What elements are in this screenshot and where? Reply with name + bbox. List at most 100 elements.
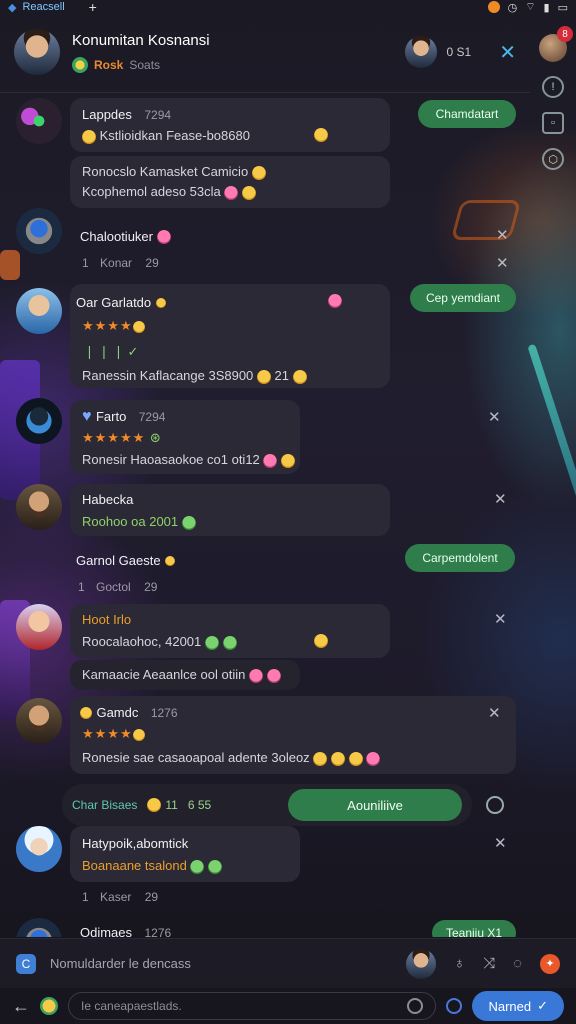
message-bubble[interactable]: Oar Garlatdo ★★★★ ❘ ❘ ❘ ✓ Ranessin Kafla…	[70, 284, 390, 388]
message-avatar[interactable]	[16, 698, 62, 744]
emoji-icon	[165, 555, 175, 566]
dismiss-icon[interactable]: ✕	[496, 254, 509, 272]
message-bubble[interactable]: Gamdc 1276 ★★★★ Ronesie sae casaoapoal a…	[70, 696, 516, 774]
message-line: Kamaacie Aeaanlce ool otiin	[82, 667, 246, 682]
dismiss-icon[interactable]: ✕	[494, 490, 507, 508]
message-avatar[interactable]	[16, 826, 62, 872]
meta-label: Goctol	[96, 580, 131, 594]
reply-pill[interactable]: Chamdatart	[418, 100, 516, 128]
primary-action-button[interactable]: Aouniliive	[288, 789, 462, 821]
close-icon[interactable]: ✕	[499, 40, 516, 65]
emoji-icon	[190, 859, 205, 874]
dismiss-icon[interactable]: ✕	[488, 408, 501, 426]
message-input[interactable]: Ie caneapaestlads.	[68, 992, 437, 1020]
profile-avatar[interactable]: 8	[539, 26, 573, 62]
sender-name: Garnol Gaeste	[76, 553, 161, 568]
message-bubble[interactable]: Lappdes 7294 Kstlioidkan Fease-bo8680	[70, 98, 390, 152]
emoji-icon	[204, 635, 219, 650]
back-arrow-icon[interactable]: ←	[12, 996, 30, 1017]
attach-icon[interactable]	[407, 998, 424, 1014]
message-avatar[interactable]	[16, 604, 62, 650]
dismiss-icon[interactable]: ✕	[494, 610, 507, 628]
message-meta: 1 Konar 29	[82, 256, 159, 270]
chat-bubble-icon[interactable]: ◌	[513, 955, 522, 972]
emoji-icon	[348, 751, 363, 766]
app-icon: ◆	[8, 1, 17, 14]
app-badge-icon[interactable]: C	[16, 953, 36, 974]
message-line: Ronesie sae casaoapoal adente 3oleoz	[82, 750, 310, 765]
message-bubble[interactable]: Hoot Irlo Roocalaohoc, 42001	[70, 604, 390, 658]
reply-pill[interactable]: Carpemdolent	[405, 544, 515, 572]
status-icon	[72, 56, 88, 73]
member-avatar[interactable]	[404, 36, 437, 68]
message-header: Lappdes 7294	[82, 106, 171, 124]
message-bubble[interactable]: Hatypoik,abomtick Boanaane tsalond	[70, 826, 300, 882]
message-feed[interactable]: Lappdes 7294 Kstlioidkan Fease-bo8680 Ch…	[0, 94, 530, 937]
dismiss-icon[interactable]: ✕	[488, 704, 501, 722]
reply-pill[interactable]: Cep yemdiant	[410, 284, 516, 312]
sender-name: Odimaes	[80, 925, 133, 937]
message-meta: 1 Goctol 29	[78, 580, 157, 594]
refresh-icon[interactable]	[486, 796, 504, 814]
neon-stripe	[527, 343, 576, 537]
emoji-icon	[147, 798, 162, 812]
sender-name: Habecka	[82, 492, 134, 507]
compose-hint[interactable]: Nomuldarder le dencass	[50, 956, 191, 971]
info-icon[interactable]: !	[542, 76, 564, 98]
meta-count: 1	[82, 256, 89, 270]
dismiss-icon[interactable]: ✕	[496, 226, 509, 244]
chat-avatar[interactable]	[14, 29, 60, 75]
emoji-icon	[251, 165, 266, 180]
message-avatar[interactable]	[16, 98, 62, 144]
sender-name: Chalootiuker	[80, 229, 153, 244]
reply-pill[interactable]: Teaniiu X1	[432, 920, 516, 937]
notification-badge: 8	[557, 26, 573, 42]
emoji-icon	[248, 668, 263, 683]
status-bar: ◆ Reacsell + ◷ ⌔ ▮ ▭	[0, 0, 576, 15]
message-avatar[interactable]	[16, 398, 62, 444]
header-subrow: Rosk Soats	[72, 56, 210, 73]
mic-icon[interactable]: ♁	[454, 955, 465, 972]
message-text: Kstlioidkan Fease-bo8680	[82, 128, 250, 144]
battery-icon: ▭	[557, 1, 568, 14]
plus-icon[interactable]: +	[89, 0, 97, 15]
emoji-icon	[181, 515, 196, 530]
action-chip[interactable]: 11	[147, 798, 178, 812]
emoji-icon	[330, 751, 345, 766]
message-extra: 21	[274, 368, 290, 383]
message-text: Boanaane tsalond	[82, 858, 223, 874]
message-avatar[interactable]	[16, 918, 62, 937]
message-avatar[interactable]	[16, 288, 62, 334]
square-icon[interactable]: ▫	[542, 112, 564, 134]
shuffle-icon[interactable]: ⤨	[483, 955, 495, 972]
rating-stars: ★★★★	[82, 726, 145, 742]
notification-dot-icon	[487, 1, 500, 13]
wifi-icon: ⌔	[525, 1, 536, 13]
meta-count: 1	[82, 890, 89, 904]
dismiss-icon[interactable]: ✕	[494, 834, 507, 852]
action-chip[interactable]: 6 55	[188, 798, 211, 812]
emoji-icon	[281, 453, 296, 468]
compose-avatar[interactable]	[405, 948, 436, 979]
message-plain[interactable]: Odimaes 1276	[80, 924, 171, 937]
send-button[interactable]: Narned ✓	[472, 991, 564, 1021]
message-avatar[interactable]	[16, 208, 62, 254]
message-bubble[interactable]: Ronocslo Kamasket Camicio Kcophemol ades…	[70, 156, 390, 208]
action-label[interactable]: Char Bisaes	[72, 798, 137, 812]
chip-value: 11	[165, 798, 178, 812]
sender-name: Farto	[95, 409, 127, 424]
emoji-picker-icon[interactable]	[40, 997, 58, 1015]
message-line: Ronocslo Kamasket Camicio	[82, 164, 266, 180]
camera-icon[interactable]	[446, 998, 463, 1014]
emoji-icon	[155, 297, 166, 308]
message-time: 7294	[144, 108, 172, 122]
message-plain[interactable]: Chalootiuker	[80, 228, 172, 246]
message-bubble[interactable]: ♥ Farto 7294 ★★★★★ ⊛ Ronesir Haoasaokoe …	[70, 400, 300, 474]
orange-action-icon[interactable]: ✦	[540, 953, 560, 974]
message-bubble[interactable]: Habecka Roohoo oa 2001	[70, 484, 390, 536]
message-plain[interactable]: Garnol Gaeste	[76, 552, 175, 570]
hexagon-icon[interactable]: ⬡	[542, 148, 564, 170]
message-avatar[interactable]	[16, 484, 62, 530]
emoji-icon	[157, 229, 172, 244]
message-bubble[interactable]: Kamaacie Aeaanlce ool otiin	[70, 660, 300, 690]
